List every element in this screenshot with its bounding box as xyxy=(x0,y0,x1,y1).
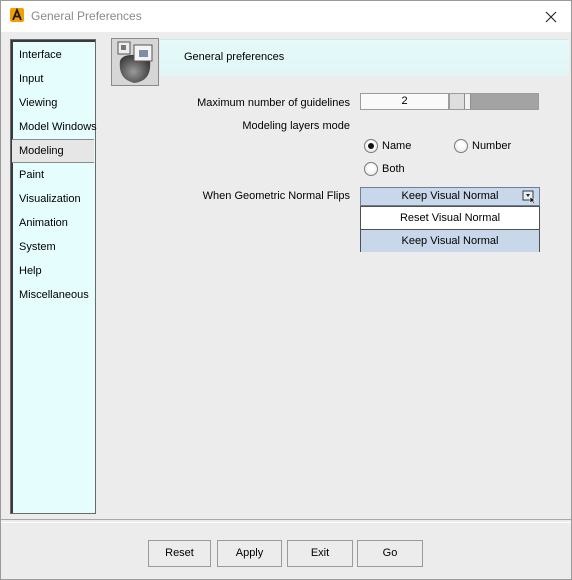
sidebar-item-model-windows[interactable]: Model Windows xyxy=(12,116,97,138)
radio-circle xyxy=(364,162,378,176)
sidebar-item-input[interactable]: Input xyxy=(12,68,94,90)
normal-flip-select[interactable]: Keep Visual Normal xyxy=(360,187,540,206)
radio-number[interactable] xyxy=(454,139,468,153)
close-icon xyxy=(545,11,557,22)
preferences-window: General Preferences Interface Input View… xyxy=(0,0,572,580)
radio-name-label[interactable]: Name xyxy=(382,140,411,152)
dropdown-option-keep-visual-normal[interactable]: Keep Visual Normal xyxy=(361,229,539,252)
sidebar-item-visualization[interactable]: Visualization xyxy=(12,188,94,210)
page-header: General preferences xyxy=(160,39,569,76)
window-title: General Preferences xyxy=(31,9,142,23)
normal-flip-dropdown-list: Reset Visual Normal Keep Visual Normal xyxy=(360,206,540,252)
page-title: General preferences xyxy=(184,51,285,63)
radio-name[interactable] xyxy=(364,139,378,153)
guidelines-slider[interactable] xyxy=(449,93,539,110)
footer-divider xyxy=(1,519,571,523)
radio-number-label[interactable]: Number xyxy=(472,140,511,152)
title-bar: General Preferences xyxy=(1,1,571,32)
radio-selected-dot xyxy=(368,143,374,149)
radio-both-label[interactable]: Both xyxy=(382,163,405,175)
layers-mode-label: Modeling layers mode xyxy=(242,120,350,132)
sidebar-item-animation[interactable]: Animation xyxy=(12,212,94,234)
sidebar-item-viewing[interactable]: Viewing xyxy=(12,92,94,114)
guidelines-label: Maximum number of guidelines xyxy=(197,97,350,109)
modeling-preferences-icon xyxy=(111,38,159,86)
sidebar-item-help[interactable]: Help xyxy=(12,260,94,282)
normal-flip-value: Keep Visual Normal xyxy=(401,190,499,202)
go-button[interactable]: Go xyxy=(357,540,423,567)
sidebar-item-miscellaneous[interactable]: Miscellaneous xyxy=(12,284,94,306)
dropdown-arrow-icon[interactable] xyxy=(521,189,537,204)
radio-circle xyxy=(454,139,468,153)
reset-button[interactable]: Reset xyxy=(148,540,211,567)
sidebar-item-modeling[interactable]: Modeling xyxy=(12,139,94,163)
app-logo-icon xyxy=(10,8,24,22)
sidebar-item-system[interactable]: System xyxy=(12,236,94,258)
category-sidebar: Interface Input Viewing Model Windows Mo… xyxy=(10,39,97,514)
close-button[interactable] xyxy=(531,1,571,32)
normal-flip-label: When Geometric Normal Flips xyxy=(202,190,350,202)
guidelines-input[interactable]: 2 xyxy=(360,93,449,110)
sidebar-item-interface[interactable]: Interface xyxy=(12,44,94,66)
dialog-body: Interface Input Viewing Model Windows Mo… xyxy=(1,32,571,579)
dropdown-option-reset-visual-normal[interactable]: Reset Visual Normal xyxy=(361,207,539,229)
apply-button[interactable]: Apply xyxy=(217,540,282,567)
sidebar-item-paint[interactable]: Paint xyxy=(12,164,94,186)
radio-both[interactable] xyxy=(364,162,378,176)
exit-button[interactable]: Exit xyxy=(287,540,353,567)
slider-thumb[interactable] xyxy=(464,94,471,109)
